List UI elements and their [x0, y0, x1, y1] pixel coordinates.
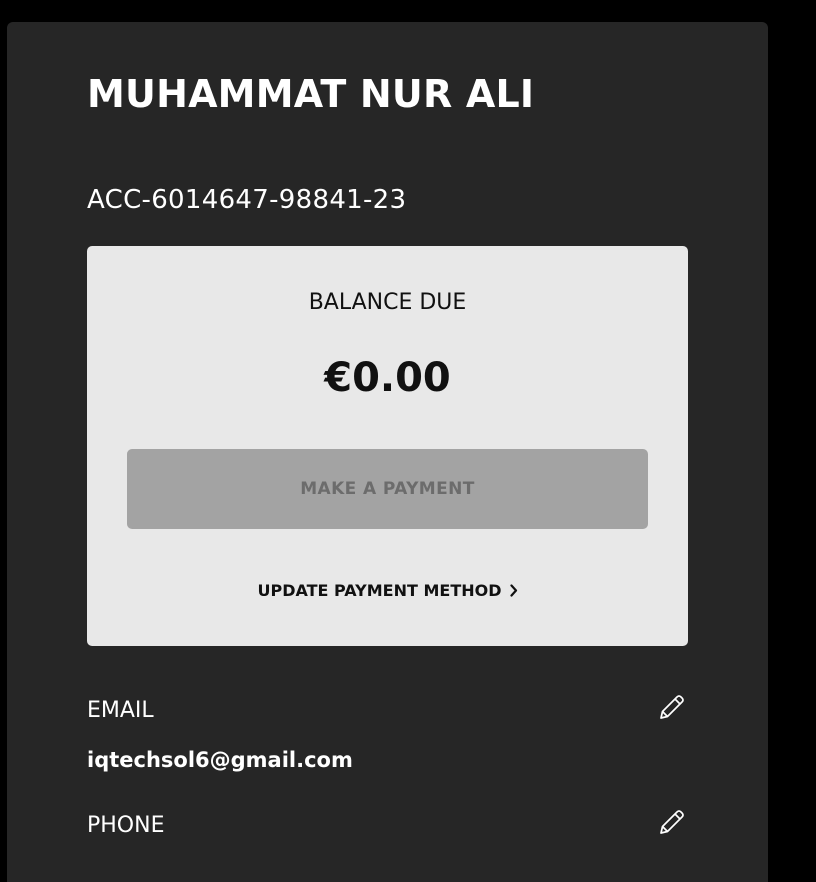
chevron-right-icon — [509, 583, 517, 597]
account-holder-name: MUHAMMAT NUR ALI — [87, 72, 535, 116]
make-payment-button[interactable]: MAKE A PAYMENT — [127, 449, 648, 529]
update-payment-method-link[interactable]: UPDATE PAYMENT METHOD — [87, 576, 688, 606]
email-label: EMAIL — [87, 698, 154, 723]
update-payment-method-label: UPDATE PAYMENT METHOD — [257, 581, 502, 600]
balance-card: BALANCE DUE €0.00 MAKE A PAYMENT UPDATE … — [87, 246, 688, 646]
phone-label: PHONE — [87, 813, 165, 838]
balance-due-label: BALANCE DUE — [308, 290, 467, 315]
account-number: ACC-6014647-98841-23 — [87, 185, 407, 215]
edit-email-pencil-icon[interactable] — [657, 692, 687, 722]
edit-phone-pencil-icon[interactable] — [657, 807, 687, 837]
balance-amount: €0.00 — [324, 355, 451, 401]
email-value: iqtechsol6@gmail.com — [87, 748, 353, 772]
account-panel: MUHAMMAT NUR ALI ACC-6014647-98841-23 BA… — [7, 22, 768, 882]
